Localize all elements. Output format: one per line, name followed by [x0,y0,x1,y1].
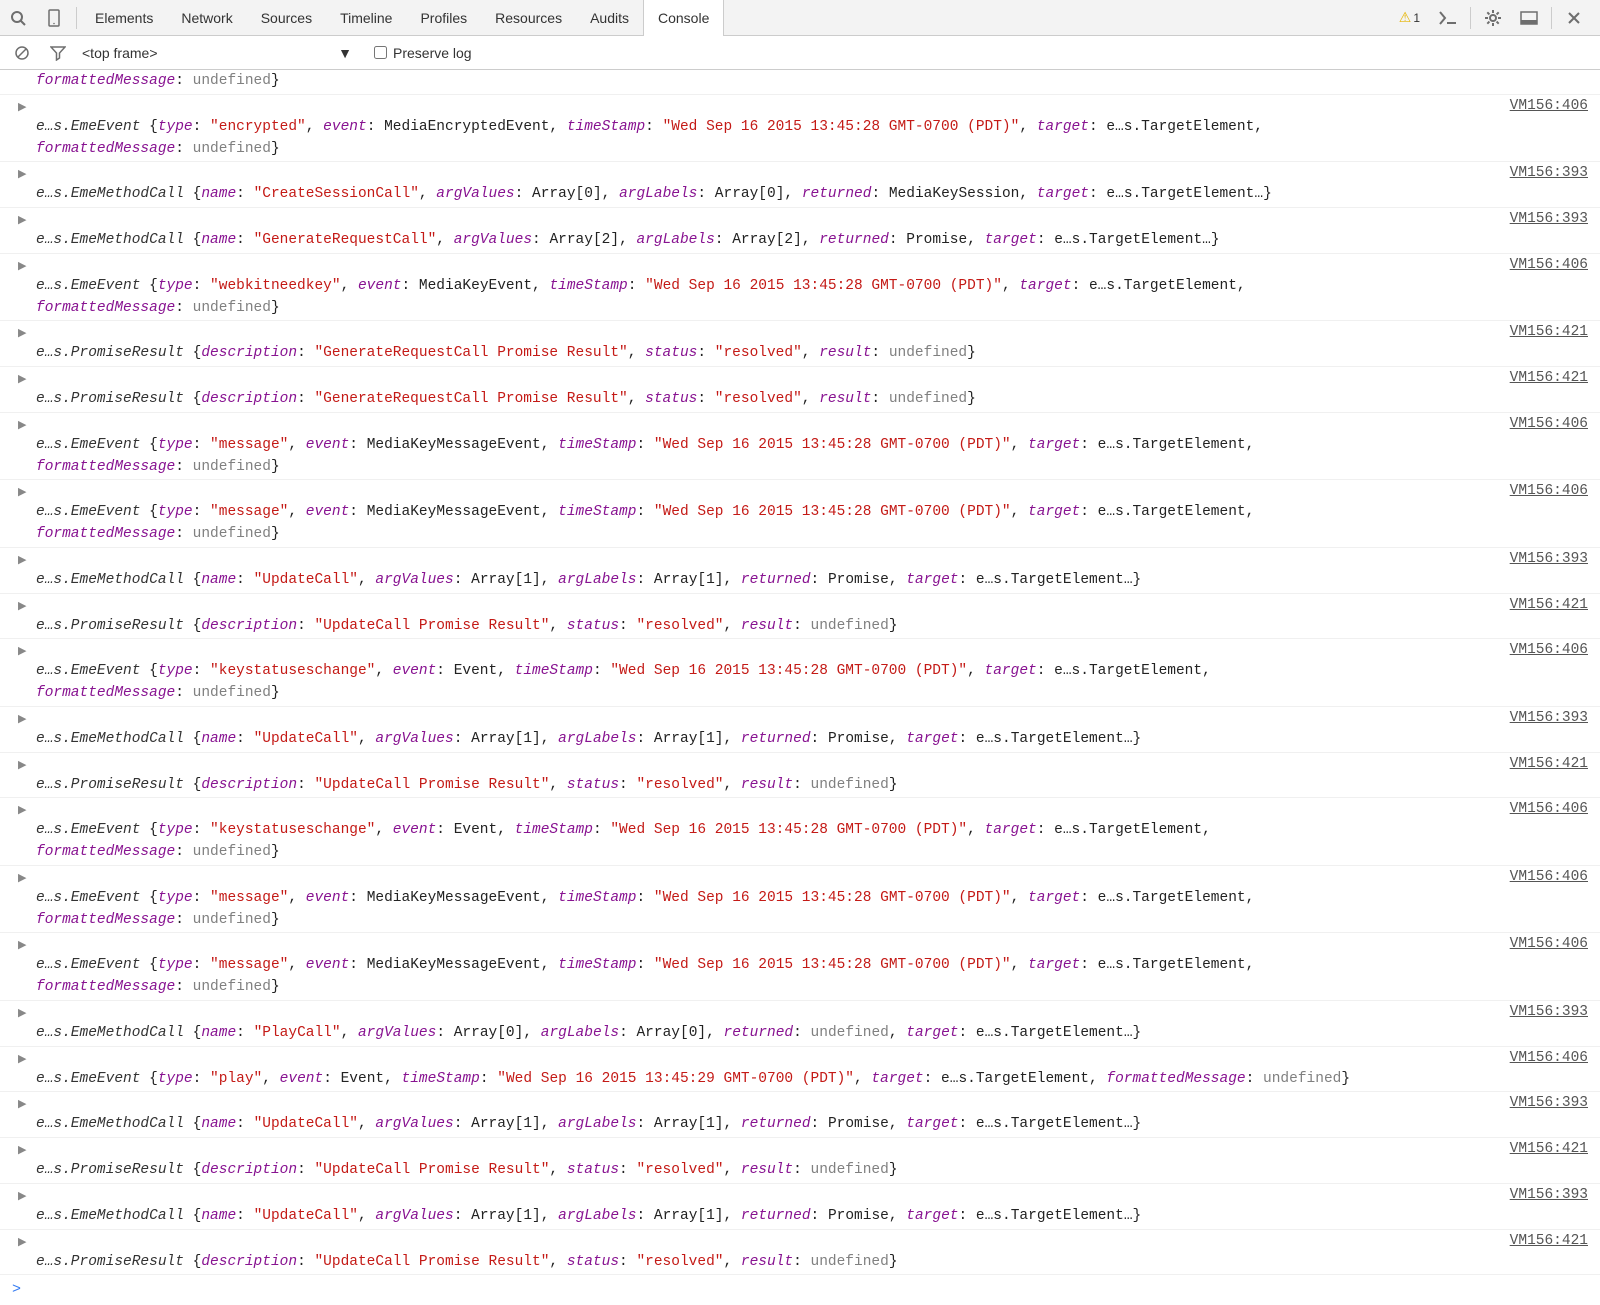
console-subtoolbar: <top frame> ▼ Preserve log [0,36,1600,70]
expand-arrow-icon[interactable]: ▶ [18,644,26,661]
expand-arrow-icon[interactable]: ▶ [18,326,26,343]
tab-audits[interactable]: Audits [576,0,643,36]
console-log-row: VM156:393▶e…s.EmeMethodCall {name: "Upda… [0,548,1600,594]
filter-icon[interactable] [46,41,70,65]
console-log-row: VM156:406▶e…s.EmeEvent {type: "message",… [0,413,1600,481]
console-prompt[interactable]: > [0,1275,1600,1304]
log-source-link[interactable]: VM156:421 [1510,322,1588,344]
expand-arrow-icon[interactable]: ▶ [18,213,26,230]
log-source-link[interactable]: VM156:421 [1510,1139,1588,1161]
log-source-link[interactable]: VM156:406 [1510,255,1588,277]
tab-network[interactable]: Network [167,0,246,36]
warning-count: 1 [1413,11,1420,25]
expand-arrow-icon[interactable]: ▶ [18,758,26,775]
expand-arrow-icon[interactable]: ▶ [18,803,26,820]
console-log-row: VM156:406▶e…s.EmeEvent {type: "message",… [0,933,1600,1001]
frame-selector-label: <top frame> [82,45,158,61]
log-source-link[interactable]: VM156:406 [1510,1048,1588,1070]
log-source-link[interactable]: VM156:393 [1510,209,1588,231]
expand-arrow-icon[interactable]: ▶ [18,418,26,435]
warning-badge[interactable]: ⚠ 1 [1399,9,1420,26]
expand-arrow-icon[interactable]: ▶ [18,100,26,117]
expand-arrow-icon[interactable]: ▶ [18,712,26,729]
console-log-row: VM156:421▶e…s.PromiseResult {description… [0,594,1600,640]
console-log-row: VM156:393▶e…s.EmeMethodCall {name: "Crea… [0,162,1600,208]
expand-arrow-icon[interactable]: ▶ [18,1189,26,1206]
console-log-row: VM156:421▶e…s.PromiseResult {description… [0,1230,1600,1276]
expand-arrow-icon[interactable]: ▶ [18,167,26,184]
expand-arrow-icon[interactable]: ▶ [18,485,26,502]
dock-side-icon[interactable] [1511,0,1547,36]
device-mode-icon[interactable] [36,0,72,36]
log-source-link[interactable]: VM156:406 [1510,867,1588,889]
log-source-link[interactable]: VM156:406 [1510,799,1588,821]
console-log-row: VM156:421▶e…s.PromiseResult {description… [0,753,1600,799]
expand-arrow-icon[interactable]: ▶ [18,259,26,276]
console-log-row: VM156:406▶e…s.EmeEvent {type: "encrypted… [0,95,1600,163]
console-log-row: VM156:393▶e…s.EmeMethodCall {name: "Play… [0,1001,1600,1047]
preserve-log-checkbox[interactable]: Preserve log [374,45,472,61]
log-source-link[interactable]: VM156:393 [1510,708,1588,730]
settings-gear-icon[interactable] [1475,0,1511,36]
console-log-row: VM156:406▶e…s.EmeEvent {type: "keystatus… [0,798,1600,866]
expand-arrow-icon[interactable]: ▶ [18,1143,26,1160]
tab-console[interactable]: Console [643,0,724,36]
devtools-tabs: ElementsNetworkSourcesTimelineProfilesRe… [81,0,724,36]
expand-arrow-icon[interactable]: ▶ [18,599,26,616]
tab-sources[interactable]: Sources [247,0,326,36]
tab-elements[interactable]: Elements [81,0,167,36]
expand-arrow-icon[interactable]: ▶ [18,871,26,888]
console-log-row: VM156:406▶e…s.EmeEvent {type: "message",… [0,480,1600,548]
log-source-link[interactable]: VM156:406 [1510,481,1588,503]
tab-timeline[interactable]: Timeline [326,0,406,36]
log-source-link[interactable]: VM156:393 [1510,163,1588,185]
preserve-log-label: Preserve log [393,45,472,61]
warning-icon: ⚠ [1399,9,1412,26]
console-log-row: VM156:406▶e…s.EmeEvent {type: "keystatus… [0,639,1600,707]
log-source-link[interactable]: VM156:421 [1510,595,1588,617]
console-log-row: VM156:406▶e…s.EmeEvent {type: "play", ev… [0,1047,1600,1093]
console-output: formattedMessage: undefined}VM156:406▶e…… [0,70,1600,1275]
tab-resources[interactable]: Resources [481,0,576,36]
clear-console-icon[interactable] [10,41,34,65]
log-source-link[interactable]: VM156:393 [1510,549,1588,571]
log-source-link[interactable]: VM156:406 [1510,934,1588,956]
log-source-link[interactable]: VM156:393 [1510,1002,1588,1024]
chevron-down-icon: ▼ [338,45,352,61]
console-log-row: VM156:421▶e…s.PromiseResult {description… [0,1138,1600,1184]
expand-arrow-icon[interactable]: ▶ [18,1235,26,1252]
expand-arrow-icon[interactable]: ▶ [18,553,26,570]
console-log-row: formattedMessage: undefined} [0,70,1600,95]
log-source-link[interactable]: VM156:421 [1510,368,1588,390]
console-log-row: VM156:393▶e…s.EmeMethodCall {name: "Gene… [0,208,1600,254]
expand-arrow-icon[interactable]: ▶ [18,1006,26,1023]
log-source-link[interactable]: VM156:406 [1510,640,1588,662]
console-log-row: VM156:393▶e…s.EmeMethodCall {name: "Upda… [0,1092,1600,1138]
log-source-link[interactable]: VM156:393 [1510,1185,1588,1207]
console-log-row: VM156:393▶e…s.EmeMethodCall {name: "Upda… [0,707,1600,753]
console-log-row: VM156:393▶e…s.EmeMethodCall {name: "Upda… [0,1184,1600,1230]
preserve-log-input[interactable] [374,46,387,59]
close-icon[interactable] [1556,0,1592,36]
expand-arrow-icon[interactable]: ▶ [18,1097,26,1114]
console-log-row: VM156:406▶e…s.EmeEvent {type: "message",… [0,866,1600,934]
console-drawer-icon[interactable] [1430,0,1466,36]
inspect-icon[interactable] [0,0,36,36]
console-log-row: VM156:421▶e…s.PromiseResult {description… [0,321,1600,367]
expand-arrow-icon[interactable]: ▶ [18,1052,26,1069]
log-source-link[interactable]: VM156:406 [1510,414,1588,436]
log-source-link[interactable]: VM156:421 [1510,1231,1588,1253]
console-log-row: VM156:406▶e…s.EmeEvent {type: "webkitnee… [0,254,1600,322]
log-source-link[interactable]: VM156:406 [1510,96,1588,118]
log-source-link[interactable]: VM156:393 [1510,1093,1588,1115]
expand-arrow-icon[interactable]: ▶ [18,938,26,955]
expand-arrow-icon[interactable]: ▶ [18,372,26,389]
log-source-link[interactable]: VM156:421 [1510,754,1588,776]
frame-selector[interactable]: <top frame> ▼ [82,45,362,61]
devtools-toolbar: ElementsNetworkSourcesTimelineProfilesRe… [0,0,1600,36]
console-log-row: VM156:421▶e…s.PromiseResult {description… [0,367,1600,413]
tab-profiles[interactable]: Profiles [406,0,481,36]
